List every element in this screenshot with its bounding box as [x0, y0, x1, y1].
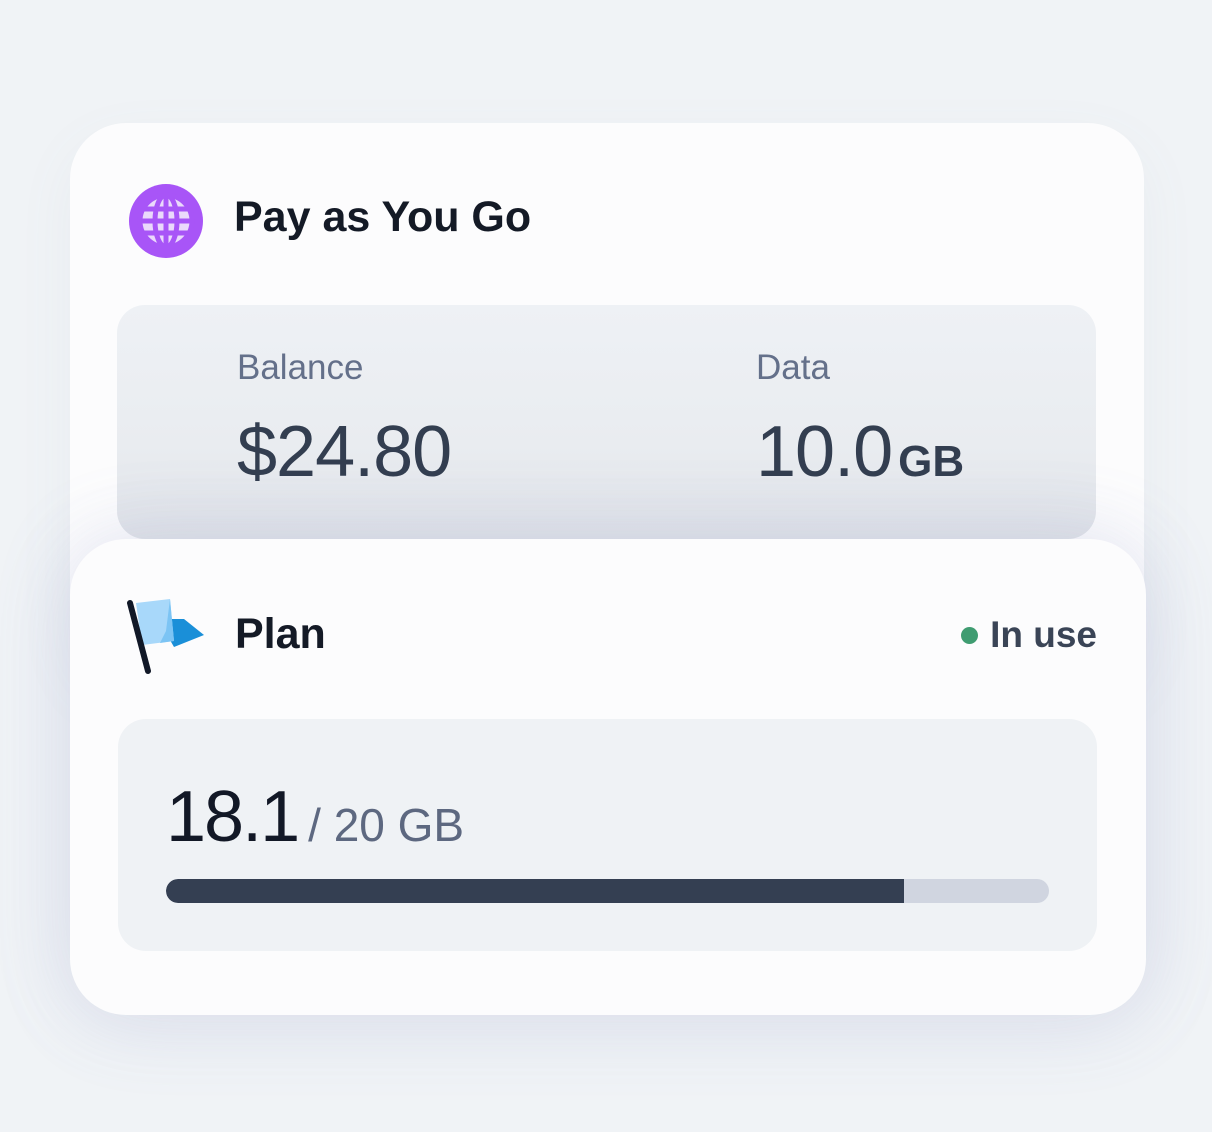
data-unit: GB [898, 437, 965, 486]
usage-total: / 20 GB [308, 799, 465, 851]
data-label: Data [756, 348, 830, 387]
balance-data-panel: Balance $24.80 Data 10.0 GB [117, 305, 1096, 539]
usage-used: 18.1 [166, 777, 300, 857]
plan-card: Plan In use 18.1/ 20 GB [70, 539, 1146, 1015]
status-badge: In use [961, 613, 1097, 657]
status-dot [961, 626, 979, 644]
data-value-group: 10.0 GB [756, 412, 964, 502]
flag-icon [126, 597, 210, 677]
balance-value: $24.80 [237, 412, 452, 492]
data-value: 10.0 [756, 412, 893, 492]
pay-as-you-go-title: Pay as You Go [234, 193, 532, 241]
plan-title: Plan [235, 610, 326, 658]
balance-label: Balance [237, 348, 364, 387]
usage-readout: 18.1/ 20 GB [166, 777, 464, 877]
usage-panel: 18.1/ 20 GB [118, 719, 1097, 951]
globe-icon [128, 183, 204, 259]
status-label: In use [990, 614, 1097, 655]
usage-progress-fill [166, 879, 905, 903]
usage-progress-bar [166, 879, 1049, 903]
